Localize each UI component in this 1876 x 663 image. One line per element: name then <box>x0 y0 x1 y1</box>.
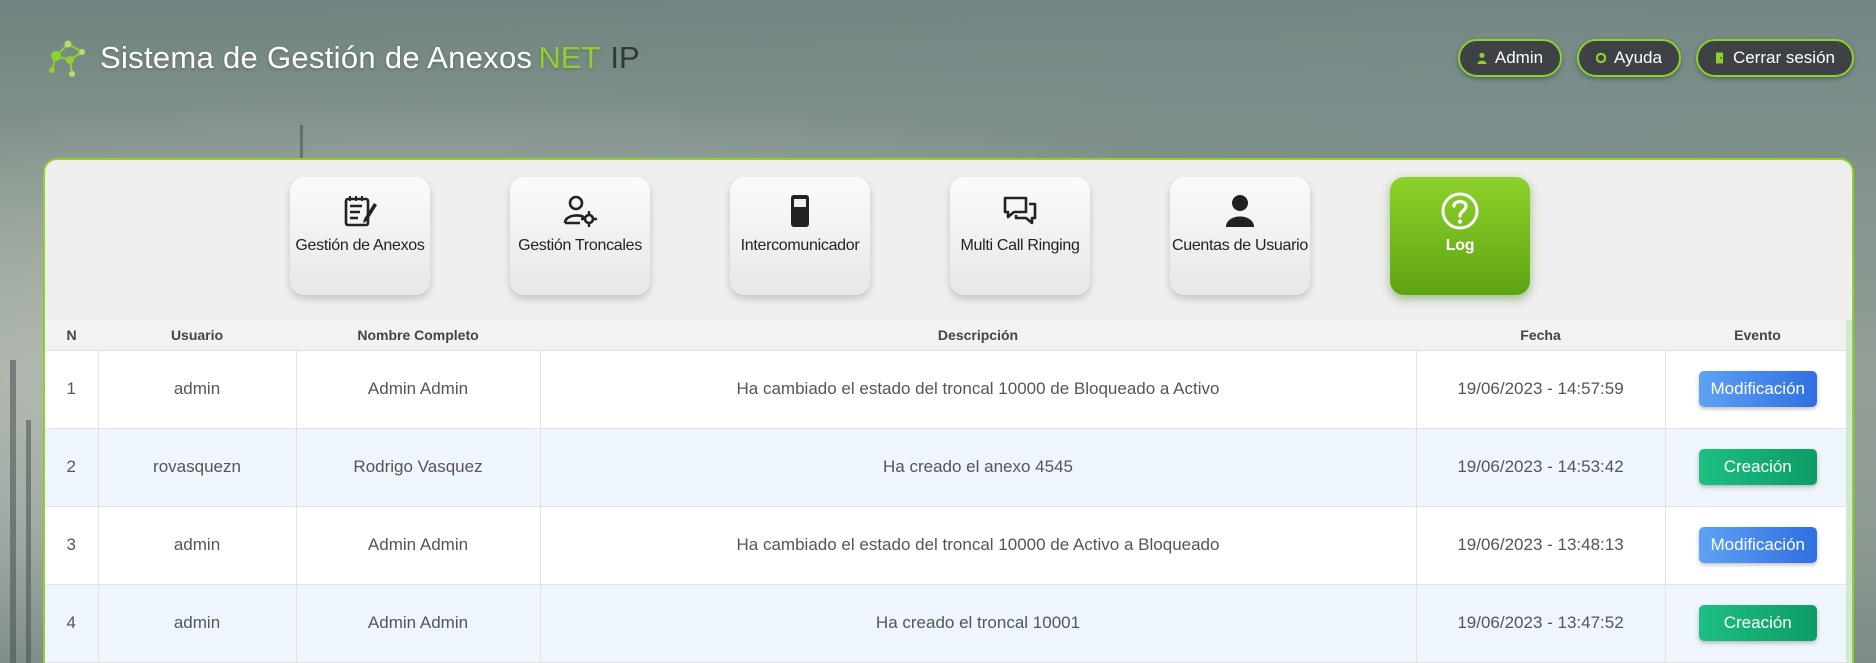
event-badge-modificacion: Modificación <box>1698 527 1817 563</box>
nav-multi-call-ringing[interactable]: Multi Call Ringing <box>950 177 1090 295</box>
cell-evento: Modificación <box>1665 506 1850 585</box>
cell-fecha: 19/06/2023 - 13:48:13 <box>1416 506 1666 585</box>
column-header-nombre[interactable]: Nombre Completo <box>296 320 540 351</box>
cell-usuario: rovasquezn <box>98 428 297 507</box>
table-scrollbar[interactable] <box>1846 320 1852 663</box>
admin-button[interactable]: Admin <box>1457 39 1563 77</box>
cell-n: 3 <box>45 506 99 585</box>
cell-fecha: 19/06/2023 - 14:57:59 <box>1416 350 1666 429</box>
brand[interactable]: Sistema de Gestión de Anexos NET IP <box>42 34 640 82</box>
question-circle-icon <box>1441 192 1479 230</box>
table-header-row: N Usuario Nombre Completo Descripción Fe… <box>45 320 1850 351</box>
nav-label: Cuentas de Usuario <box>1171 237 1308 254</box>
help-button-label: Ayuda <box>1614 48 1662 67</box>
app-header: Sistema de Gestión de Anexos NET IP Admi… <box>0 0 1876 120</box>
logout-button[interactable]: Cerrar sesión <box>1695 39 1854 77</box>
cell-evento: Creación <box>1665 428 1850 507</box>
cell-nombre: Admin Admin <box>296 506 541 585</box>
event-badge-creacion: Creación <box>1698 605 1817 641</box>
module-nav: Gestión de Anexos Gestión Troncales Inte… <box>45 160 1852 320</box>
column-header-fecha[interactable]: Fecha <box>1416 320 1665 351</box>
table-row[interactable]: 4 admin Admin Admin Ha creado el troncal… <box>45 584 1850 663</box>
cell-usuario: admin <box>98 350 297 429</box>
cell-nombre: Admin Admin <box>296 350 541 429</box>
table-row[interactable]: 1 admin Admin Admin Ha cambiado el estad… <box>45 350 1850 429</box>
nav-label: Log <box>1445 237 1475 254</box>
cell-n: 1 <box>45 350 99 429</box>
cell-descripcion: Ha cambiado el estado del troncal 10000 … <box>540 506 1417 585</box>
cell-evento: Modificación <box>1665 350 1850 429</box>
help-icon <box>1596 52 1607 64</box>
cell-n: 4 <box>45 584 99 663</box>
cell-descripcion: Ha creado el anexo 4545 <box>540 428 1417 507</box>
log-table: N Usuario Nombre Completo Descripción Fe… <box>45 320 1850 663</box>
cell-n: 2 <box>45 428 99 507</box>
nav-log[interactable]: Log <box>1390 177 1530 295</box>
logout-button-label: Cerrar sesión <box>1732 48 1835 67</box>
log-table-container: N Usuario Nombre Completo Descripción Fe… <box>45 320 1850 663</box>
event-badge-creacion: Creación <box>1698 449 1817 485</box>
column-header-usuario[interactable]: Usuario <box>98 320 296 351</box>
nav-label: Gestión de Anexos <box>295 237 425 254</box>
cell-usuario: admin <box>98 506 297 585</box>
nav-label: Intercomunicador <box>740 237 860 254</box>
cell-nombre: Admin Admin <box>296 584 541 663</box>
column-header-descripcion[interactable]: Descripción <box>540 320 1416 351</box>
cell-usuario: admin <box>98 584 297 663</box>
chat-bubbles-icon <box>1003 196 1037 225</box>
nav-gestion-troncales[interactable]: Gestión Troncales <box>510 177 650 295</box>
app-title-ip: IP <box>610 40 640 75</box>
column-header-evento[interactable]: Evento <box>1665 320 1850 351</box>
cell-fecha: 19/06/2023 - 14:53:42 <box>1416 428 1666 507</box>
main-panel: Gestión de Anexos Gestión Troncales Inte… <box>43 158 1854 663</box>
nav-intercomunicador[interactable]: Intercomunicador <box>730 177 870 295</box>
table-row[interactable]: 3 admin Admin Admin Ha cambiado el estad… <box>45 506 1850 585</box>
app-title-net: NET <box>538 40 601 75</box>
user-icon <box>1477 52 1487 64</box>
nav-cuentas-usuario[interactable]: Cuentas de Usuario <box>1170 177 1310 295</box>
nav-label: Gestión Troncales <box>518 237 642 254</box>
help-button[interactable]: Ayuda <box>1577 39 1681 77</box>
column-header-n[interactable]: N <box>45 320 98 351</box>
table-row[interactable]: 2 rovasquezn Rodrigo Vasquez Ha creado e… <box>45 428 1850 507</box>
cell-nombre: Rodrigo Vasquez <box>296 428 541 507</box>
user-gear-icon <box>563 195 597 227</box>
nav-gestion-anexos[interactable]: Gestión de Anexos <box>290 177 430 295</box>
phone-icon <box>791 195 809 227</box>
admin-button-label: Admin <box>1494 48 1544 67</box>
person-icon <box>1226 195 1254 227</box>
door-icon <box>1715 52 1723 64</box>
background-pole <box>10 360 16 663</box>
notepad-icon <box>344 196 377 227</box>
cell-fecha: 19/06/2023 - 13:47:52 <box>1416 584 1666 663</box>
top-actions: Admin Ayuda Cerrar sesión <box>1457 39 1854 77</box>
cell-descripcion: Ha cambiado el estado del troncal 10000 … <box>540 350 1417 429</box>
event-badge-modificacion: Modificación <box>1698 371 1817 407</box>
molecule-logo-icon <box>49 40 85 77</box>
cell-evento: Creación <box>1665 584 1850 663</box>
cell-descripcion: Ha creado el troncal 10001 <box>540 584 1417 663</box>
background-pole <box>26 420 31 663</box>
app-title: Sistema de Gestión de Anexos <box>100 40 533 75</box>
nav-label: Multi Call Ringing <box>960 237 1080 254</box>
